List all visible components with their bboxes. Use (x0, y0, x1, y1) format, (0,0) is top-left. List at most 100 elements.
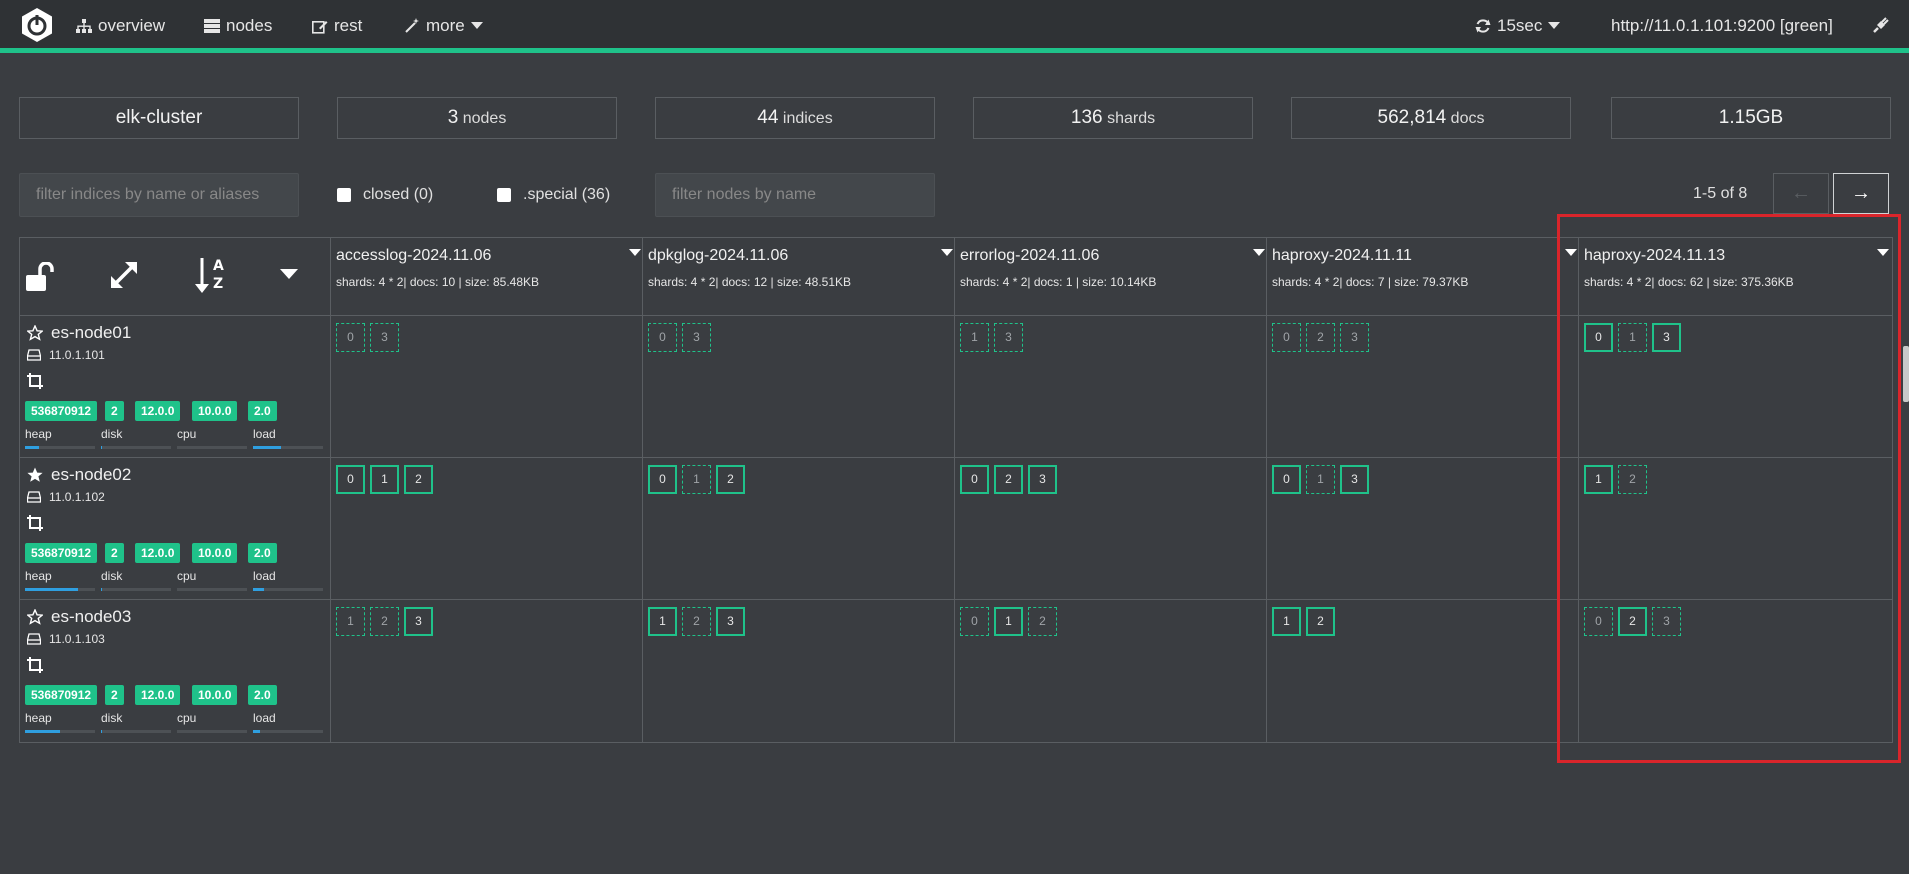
node-ip-label: 11.0.1.103 (49, 632, 105, 646)
primary-shard[interactable]: 1 (1272, 607, 1301, 636)
primary-shard[interactable]: 0 (648, 465, 677, 494)
special-indices-checkbox[interactable]: .special (36) (497, 186, 610, 204)
index-name[interactable]: dpkglog-2024.11.06 (648, 247, 788, 265)
next-page-button[interactable]: → (1833, 173, 1889, 214)
node-ip: 11.0.1.103 (27, 632, 105, 646)
nav-overview[interactable]: overview (76, 16, 165, 36)
metric-bar-disk (101, 730, 171, 733)
replica-shard[interactable]: 1 (336, 607, 365, 636)
unlock-icon[interactable] (25, 262, 57, 292)
hdd-icon (27, 491, 41, 503)
node-badge: 10.0.0 (192, 401, 238, 421)
node-badge: 12.0.0 (135, 685, 181, 705)
checkbox-icon[interactable] (337, 188, 351, 202)
closed-indices-checkbox[interactable]: closed (0) (337, 186, 433, 204)
metric-bar-load (253, 588, 323, 591)
primary-shard[interactable]: 0 (336, 465, 365, 494)
indices-count: 44 (757, 107, 779, 128)
replica-shard[interactable]: 3 (994, 323, 1023, 352)
metric-bar-fill (25, 730, 60, 733)
metric-bar-heap (25, 588, 95, 591)
node-ip-label: 11.0.1.101 (49, 348, 105, 362)
nav-more-label: more (426, 16, 465, 35)
filter-nodes-input[interactable]: filter nodes by name (655, 173, 935, 217)
cluster-name: elk-cluster (115, 107, 203, 128)
primary-shard[interactable]: 3 (1340, 465, 1369, 494)
sort-alpha-icon[interactable]: A Z (195, 256, 227, 294)
grid-line (19, 237, 20, 743)
replica-shard[interactable]: 3 (370, 323, 399, 352)
cluster-name-stat: elk-cluster (19, 97, 299, 139)
primary-shard[interactable]: 3 (716, 607, 745, 636)
replica-shard[interactable]: 1 (682, 465, 711, 494)
index-caret-down-icon[interactable] (629, 249, 641, 256)
docs-count-label: docs (1450, 110, 1485, 127)
scrollbar-handle[interactable] (1903, 346, 1909, 402)
primary-shard[interactable]: 2 (1306, 607, 1335, 636)
replica-shard[interactable]: 3 (682, 323, 711, 352)
caret-down-icon[interactable] (280, 269, 298, 279)
node-name[interactable]: es-node02 (27, 465, 131, 485)
docs-stat: 562,814 docs (1291, 97, 1571, 139)
metric-label-load: load (253, 427, 276, 441)
replica-shard[interactable]: 0 (336, 323, 365, 352)
hdd-icon (27, 633, 41, 645)
primary-shard[interactable]: 2 (994, 465, 1023, 494)
star-outline-icon (27, 325, 43, 341)
index-name[interactable]: haproxy-2024.11.11 (1272, 247, 1412, 265)
nodes-count-label: nodes (462, 110, 507, 127)
replica-shard[interactable]: 1 (1306, 465, 1335, 494)
primary-shard[interactable]: 1 (370, 465, 399, 494)
primary-shard[interactable]: 3 (1028, 465, 1057, 494)
node-badge: 536870912 (25, 685, 98, 705)
primary-shard[interactable]: 2 (404, 465, 433, 494)
metric-bar-fill (101, 446, 102, 449)
grid-line (330, 237, 331, 743)
replica-shard[interactable]: 2 (1306, 323, 1335, 352)
crop-icon[interactable] (27, 515, 43, 531)
plug-icon[interactable] (1871, 15, 1891, 35)
nav-rest[interactable]: rest (312, 16, 362, 36)
replica-shard[interactable]: 0 (960, 607, 989, 636)
index-name[interactable]: errorlog-2024.11.06 (960, 247, 1099, 265)
node-badge: 536870912 (25, 401, 98, 421)
primary-shard[interactable]: 3 (404, 607, 433, 636)
primary-shard[interactable]: 0 (960, 465, 989, 494)
pagination-info: 1-5 of 8 (1693, 185, 1748, 202)
node-name[interactable]: es-node01 (27, 323, 131, 343)
checkbox-icon[interactable] (497, 188, 511, 202)
replica-shard[interactable]: 3 (1340, 323, 1369, 352)
primary-shard[interactable]: 1 (648, 607, 677, 636)
prev-page-button[interactable]: ← (1773, 173, 1829, 214)
primary-shard[interactable]: 0 (1272, 465, 1301, 494)
metric-label-disk: disk (101, 711, 123, 725)
index-name[interactable]: accesslog-2024.11.06 (336, 247, 491, 265)
connection-url[interactable]: http://11.0.1.101:9200 [green] (1611, 16, 1833, 36)
nav-rest-label: rest (334, 16, 363, 35)
replica-shard[interactable]: 2 (1028, 607, 1057, 636)
replica-shard[interactable]: 2 (682, 607, 711, 636)
refresh-interval-dropdown[interactable]: 15sec (1475, 16, 1561, 36)
nav-nodes[interactable]: nodes (204, 16, 272, 36)
node-name[interactable]: es-node03 (27, 607, 131, 627)
metric-bar-fill (253, 446, 281, 449)
primary-shard[interactable]: 2 (716, 465, 745, 494)
index-caret-down-icon[interactable] (1253, 249, 1265, 256)
crop-icon[interactable] (27, 373, 43, 389)
nav-more[interactable]: more (404, 16, 483, 36)
replica-shard[interactable]: 1 (960, 323, 989, 352)
nav-overview-label: overview (98, 16, 166, 35)
metric-label-load: load (253, 711, 276, 725)
filter-indices-input[interactable]: filter indices by name or aliases (19, 173, 299, 217)
index-meta: shards: 4 * 2| docs: 10 | size: 85.48KB (336, 275, 540, 289)
replica-shard[interactable]: 0 (648, 323, 677, 352)
crop-icon[interactable] (27, 657, 43, 673)
primary-shard[interactable]: 1 (994, 607, 1023, 636)
expand-icon[interactable] (109, 260, 139, 290)
cerebro-logo-icon[interactable] (19, 7, 55, 43)
index-caret-down-icon[interactable] (941, 249, 953, 256)
replica-shard[interactable]: 0 (1272, 323, 1301, 352)
replica-shard[interactable]: 2 (370, 607, 399, 636)
nodes-count: 3 (447, 107, 459, 128)
metric-label-heap: heap (25, 569, 52, 583)
